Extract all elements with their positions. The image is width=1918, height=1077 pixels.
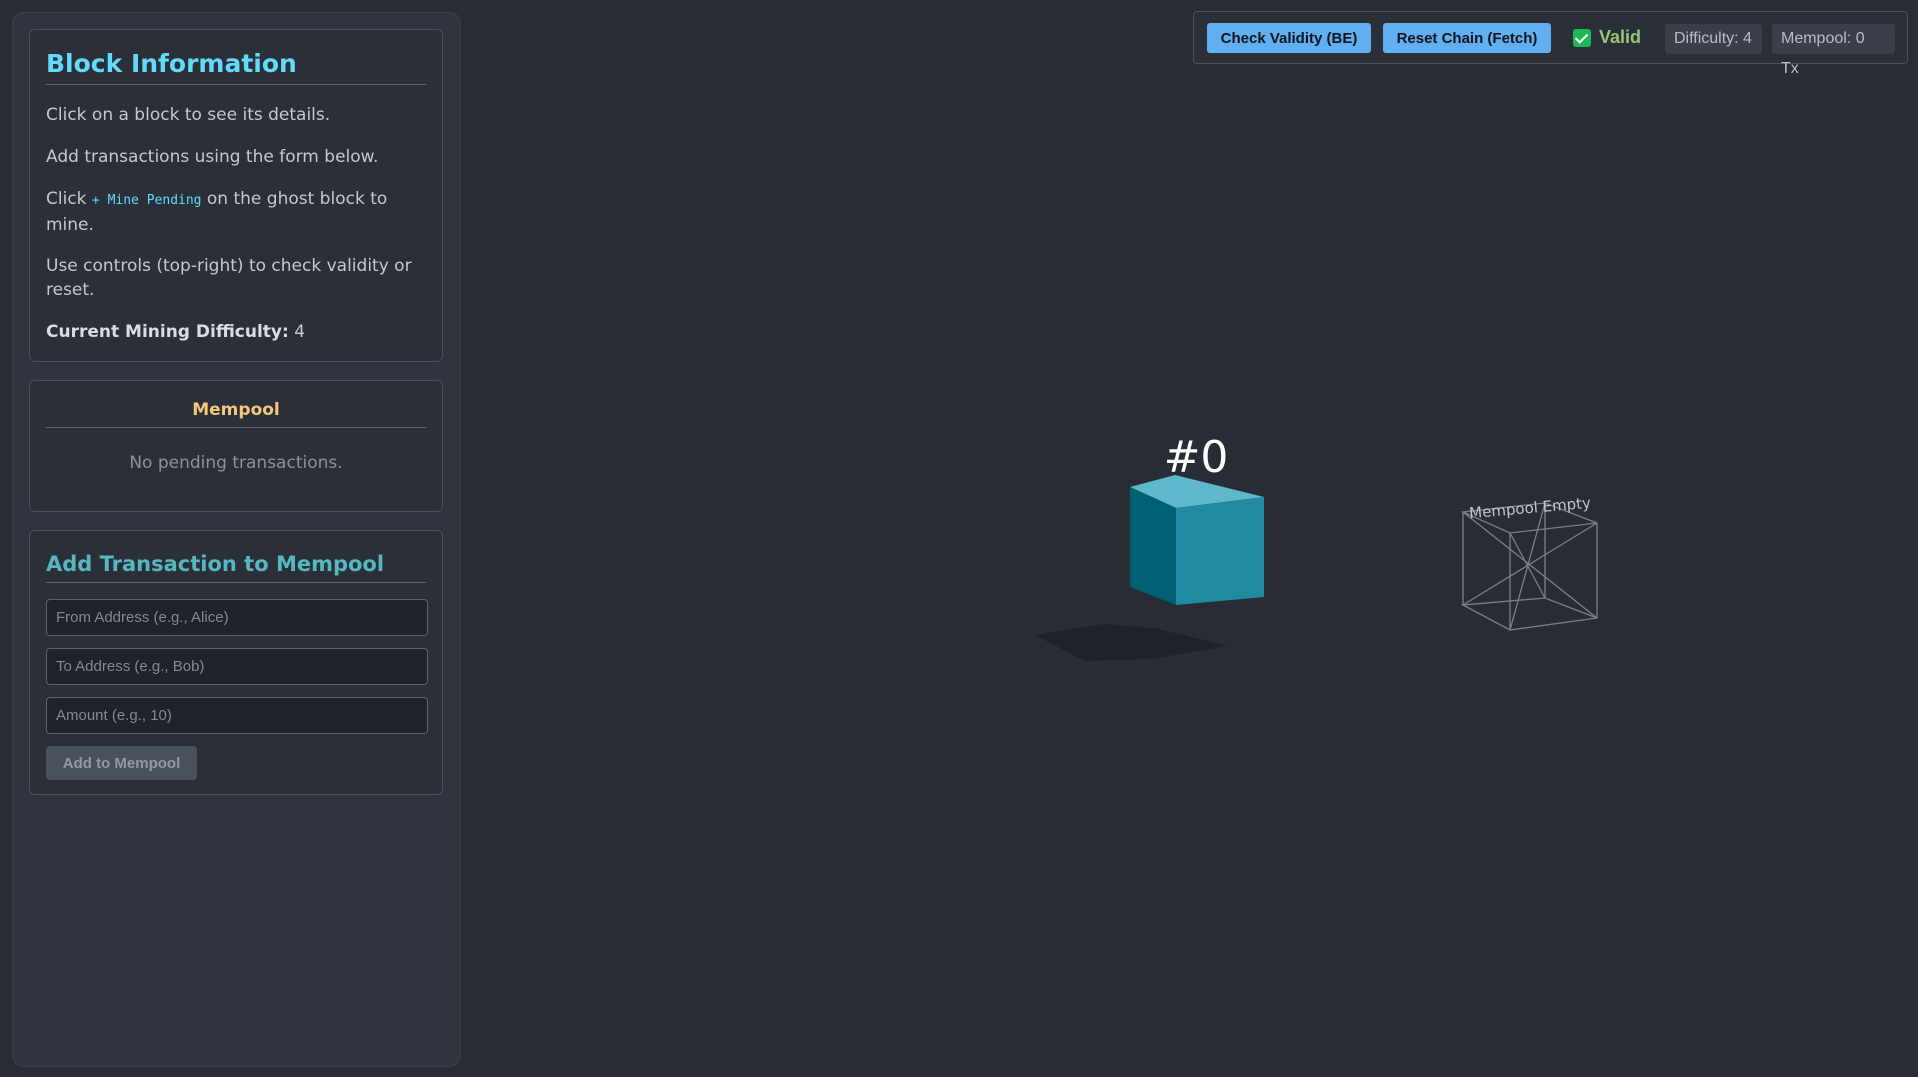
- sidebar: Block Information Click on a block to se…: [12, 12, 461, 1067]
- validity-status: Valid: [1573, 27, 1641, 48]
- add-transaction-title: Add Transaction to Mempool: [46, 552, 426, 583]
- genesis-block[interactable]: [1130, 475, 1264, 605]
- amount-input[interactable]: [46, 697, 428, 734]
- add-transaction-panel: Add Transaction to Mempool Add to Mempoo…: [29, 530, 443, 795]
- from-address-input[interactable]: [46, 599, 428, 636]
- difficulty-label: Current Mining Difficulty:: [46, 322, 289, 342]
- block-front-face: [1176, 497, 1264, 605]
- mempool-empty-text: No pending transactions.: [129, 453, 343, 473]
- current-difficulty: Current Mining Difficulty: 4: [46, 320, 426, 344]
- to-address-input[interactable]: [46, 648, 428, 685]
- difficulty-badge: Difficulty: 4: [1665, 24, 1762, 54]
- checkmark-icon: [1573, 28, 1591, 47]
- block-info-panel: Block Information Click on a block to se…: [29, 29, 443, 362]
- info-line-controls: Use controls (top-right) to check validi…: [46, 256, 412, 300]
- mempool-title: Mempool: [46, 400, 426, 428]
- mempool-panel: Mempool No pending transactions.: [29, 380, 443, 512]
- mine-pending-code: + Mine Pending: [91, 193, 202, 208]
- validity-label: Valid: [1599, 27, 1642, 47]
- block-shadow: [1035, 624, 1228, 661]
- reset-chain-button[interactable]: Reset Chain (Fetch): [1383, 23, 1551, 53]
- info-line-mine-pre: Click: [46, 189, 92, 209]
- block-info-title: Block Information: [46, 49, 426, 85]
- chain-controls: Check Validity (BE) Reset Chain (Fetch) …: [1193, 11, 1908, 77]
- ghost-block[interactable]: [1460, 502, 1598, 631]
- mempool-count-badge: Mempool: 0 Tx: [1772, 24, 1895, 77]
- info-line-click-block: Click on a block to see its details.: [46, 105, 331, 125]
- add-to-mempool-button[interactable]: Add to Mempool: [46, 746, 197, 780]
- info-line-add-tx: Add transactions using the form below.: [46, 147, 379, 167]
- difficulty-value: 4: [288, 322, 306, 342]
- ghost-block-label: Mempool Empty: [1468, 494, 1591, 523]
- block-index-label: #0: [1164, 432, 1229, 483]
- info-line-mine: Click + Mine Pending on the ghost block …: [46, 187, 426, 237]
- check-validity-button[interactable]: Check Validity (BE): [1207, 23, 1371, 53]
